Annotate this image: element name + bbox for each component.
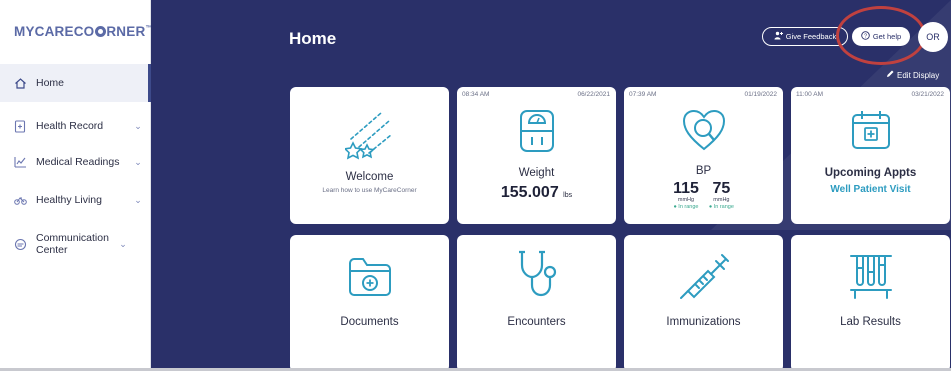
home-icon bbox=[13, 76, 27, 90]
folder-icon bbox=[290, 255, 449, 297]
chevron-down-icon[interactable]: ⌄ bbox=[131, 195, 145, 206]
brand-logo[interactable]: MYCARECO RNER™ bbox=[14, 24, 153, 39]
test-tubes-icon bbox=[791, 252, 950, 300]
tile-documents[interactable]: Documents bbox=[290, 235, 449, 371]
sidebar-item-healthy-living[interactable]: Healthy Living ⌄ bbox=[0, 187, 151, 213]
highlight-ring bbox=[836, 6, 926, 65]
tile-title: Immunizations bbox=[666, 316, 741, 328]
bp-status-label: In range bbox=[713, 204, 734, 210]
sidebar-item-label: Communication Center bbox=[36, 232, 109, 256]
bp-systolic: 115 mmHg ● In range bbox=[673, 181, 699, 211]
tile-upcoming-appts[interactable]: 11:00 AM 03/21/2022 Upcoming Appts Well … bbox=[791, 87, 950, 224]
tile-title: Lab Results bbox=[840, 316, 901, 328]
tile-lab-results[interactable]: Lab Results bbox=[791, 235, 950, 371]
tile-subtitle: Learn how to use MyCareCorner bbox=[322, 187, 417, 194]
calendar-icon bbox=[791, 109, 950, 151]
sidebar-item-home[interactable]: Home bbox=[0, 64, 151, 102]
chevron-down-icon[interactable]: ⌄ bbox=[116, 239, 130, 250]
sidebar-item-label: Home bbox=[36, 77, 65, 89]
feedback-icon bbox=[774, 31, 783, 42]
appointment-link[interactable]: Well Patient Visit bbox=[791, 184, 950, 195]
avatar[interactable]: OR bbox=[918, 22, 948, 52]
bp-status-label: In range bbox=[678, 204, 699, 210]
tile-title: Welcome bbox=[345, 171, 394, 183]
weight-value-group: 155.007 lbs bbox=[457, 184, 616, 202]
tile-date: 03/21/2022 bbox=[911, 91, 944, 98]
edit-display-link[interactable]: Edit Display bbox=[886, 70, 939, 80]
tile-encounters[interactable]: Encounters bbox=[457, 235, 616, 371]
tile-time: 11:00 AM bbox=[796, 91, 823, 98]
app-window: MYCARECO RNER™ Home Health Record ⌄ Medic… bbox=[0, 0, 951, 371]
communication-center-icon bbox=[13, 237, 27, 251]
heart-magnifier-icon bbox=[624, 109, 783, 153]
tile-title: Weight bbox=[518, 167, 555, 179]
bp-systolic-value: 115 bbox=[673, 180, 699, 197]
medical-readings-icon bbox=[13, 155, 27, 169]
sidebar-item-label: Healthy Living bbox=[36, 194, 102, 206]
bp-diastolic-status: ● In range bbox=[708, 204, 734, 210]
tile-date: 06/22/2021 bbox=[577, 91, 610, 98]
bp-diastolic-value: 75 bbox=[712, 180, 731, 197]
logo-text-part1: MYCARECO bbox=[14, 24, 95, 39]
bp-systolic-status: ● In range bbox=[673, 204, 699, 210]
tile-welcome[interactable]: Welcome Learn how to use MyCareCorner bbox=[290, 87, 449, 224]
tile-title: Upcoming Appts bbox=[824, 167, 917, 179]
weight-unit: lbs bbox=[563, 192, 573, 199]
main-panel: Home Give Feedback ? Get help OR Edit Di… bbox=[151, 0, 951, 371]
bp-diastolic-unit: mmHg bbox=[713, 197, 730, 203]
weight-value: 155.007 bbox=[500, 184, 559, 201]
sidebar-item-medical-readings[interactable]: Medical Readings ⌄ bbox=[0, 149, 151, 175]
tile-bp[interactable]: 07:39 AM 01/19/2022 BP 115 mmHg ● In ran… bbox=[624, 87, 783, 224]
logo-text-part2: RNER bbox=[106, 24, 146, 39]
pencil-icon bbox=[886, 70, 894, 80]
sidebar-item-health-record[interactable]: Health Record ⌄ bbox=[0, 113, 151, 139]
page-title: Home bbox=[289, 29, 337, 48]
stethoscope-icon bbox=[457, 249, 616, 299]
syringe-icon bbox=[624, 251, 783, 301]
health-record-icon bbox=[13, 119, 27, 133]
tile-title: BP bbox=[695, 165, 712, 177]
sidebar-item-label: Health Record bbox=[36, 120, 104, 132]
edit-display-label: Edit Display bbox=[897, 70, 940, 80]
bp-diastolic: 75 mmHg ● In range bbox=[709, 181, 734, 211]
bp-values: 115 mmHg ● In range 75 mmHg ● In range bbox=[624, 181, 783, 211]
tile-weight[interactable]: 08:34 AM 06/22/2021 Weight 155.007 lbs bbox=[457, 87, 616, 224]
tile-time: 08:34 AM bbox=[462, 91, 490, 98]
tile-date: 01/19/2022 bbox=[744, 91, 777, 98]
sidebar-item-communication-center[interactable]: Communication Center ⌄ bbox=[0, 230, 151, 258]
logo-o-icon bbox=[94, 26, 106, 37]
healthy-living-icon bbox=[13, 193, 27, 207]
scale-icon bbox=[457, 109, 616, 153]
tile-title: Documents bbox=[340, 316, 399, 328]
give-feedback-label: Give Feedback bbox=[785, 32, 837, 41]
tile-title: Encounters bbox=[507, 316, 566, 328]
chevron-down-icon[interactable]: ⌄ bbox=[131, 121, 145, 132]
tile-immunizations[interactable]: Immunizations bbox=[624, 235, 783, 371]
tile-time: 07:39 AM bbox=[629, 91, 657, 98]
chevron-down-icon[interactable]: ⌄ bbox=[131, 157, 145, 168]
shooting-stars-icon bbox=[290, 109, 449, 161]
bp-systolic-unit: mmHg bbox=[677, 197, 695, 203]
sidebar-item-label: Medical Readings bbox=[36, 156, 120, 168]
sidebar: MYCARECO RNER™ Home Health Record ⌄ Medic… bbox=[0, 0, 153, 371]
